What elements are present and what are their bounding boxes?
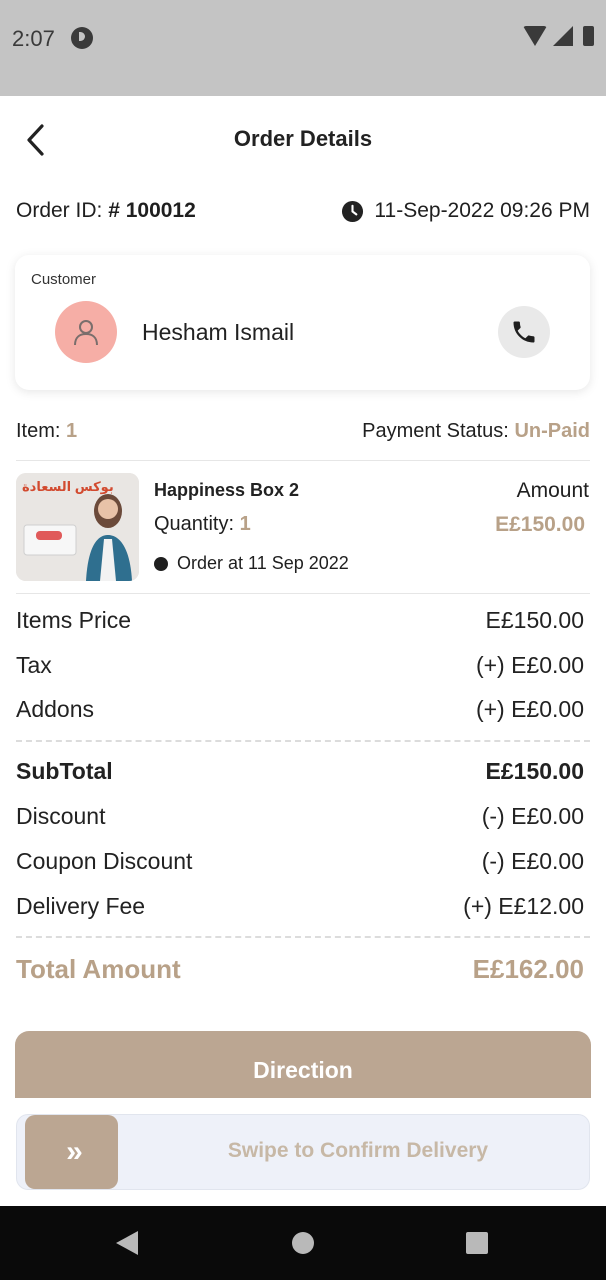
tax-row: Tax (+) E£0.00 [16,652,584,679]
order-id-value: # 100012 [108,199,196,222]
subtotal-label: SubTotal [16,758,113,784]
subtotal-value: E£150.00 [485,758,584,784]
order-datetime: 11-Sep-2022 09:26 PM [374,199,590,222]
user-icon [74,320,98,346]
addons-value: (+) E£0.00 [475,696,584,722]
page-title: Order Details [233,126,373,151]
subtotal-row: SubTotal E£150.00 [16,758,584,785]
discount-value: (-) E£0.00 [481,803,584,829]
coupon-discount-value: (-) E£0.00 [481,848,584,874]
payment-status: Payment Status: Un-Paid [362,420,590,443]
delivery-fee-value: (+) E£12.00 [463,893,584,919]
status-time: 2:07 [12,26,55,51]
double-chevron-right-icon: » [66,1135,83,1168]
payment-status-value: Un-Paid [514,420,590,442]
discount-label: Discount [16,803,106,829]
swipe-confirm-sheet: » Swipe to Confirm Delivery [0,1098,606,1206]
order-meta-row: Item: 1 Payment Status: Un-Paid [16,420,590,443]
amount-value: E£150.00 [495,513,585,536]
app-bar: Order Details [0,96,606,184]
signal-icon [553,26,573,46]
item-count: Item: 1 [16,420,77,443]
items-price-row: Items Price E£150.00 [16,607,584,634]
order-date: 11-Sep-2022 09:26 PM [341,199,590,223]
status-bar: 2:07 [0,0,606,96]
app-notification-icon [71,27,93,49]
status-icons [523,26,594,46]
swipe-label: Swipe to Confirm Delivery [227,1139,489,1162]
total-amount-label: Total Amount [16,954,181,984]
call-button[interactable] [498,306,550,358]
system-nav-bar [0,1206,606,1280]
swipe-handle[interactable]: » [25,1115,118,1189]
divider [16,593,590,594]
order-id-label: Order ID: [16,199,103,222]
avatar [55,301,117,363]
swipe-track[interactable]: » Swipe to Confirm Delivery [16,1114,590,1190]
addons-label: Addons [16,696,95,722]
nav-home-icon[interactable] [292,1232,314,1254]
dashed-divider [16,740,590,742]
phone-icon [513,321,535,343]
items-price-value: E£150.00 [485,607,584,633]
battery-icon [583,26,594,46]
quantity-label: Quantity: [154,513,235,535]
divider [16,460,590,461]
tax-value: (+) E£0.00 [475,652,584,678]
amount-label: Amount [516,479,589,502]
discount-row: Discount (-) E£0.00 [16,803,584,830]
product-name: Happiness Box 2 [154,480,300,500]
payment-status-label: Payment Status: [362,420,509,442]
customer-label: Customer [31,271,97,288]
dot-icon [154,556,168,571]
item-count-value: 1 [66,420,78,442]
order-id: Order ID: # 100012 [16,199,196,223]
delivery-fee-label: Delivery Fee [16,893,146,919]
order-at: Order at 11 Sep 2022 [154,553,349,574]
customer-name: Hesham Ismail [142,319,295,345]
item-count-label: Item: [16,420,61,442]
tax-label: Tax [16,652,52,678]
order-at-text: Order at 11 Sep 2022 [177,553,349,573]
total-amount-row: Total Amount E£162.00 [16,954,584,985]
product-image-caption: بوكس السعادة [22,479,114,494]
addons-row: Addons (+) E£0.00 [16,696,584,723]
nav-recents-icon[interactable] [466,1232,488,1254]
product-image: بوكس السعادة [16,473,139,581]
order-info-row: Order ID: # 100012 11-Sep-2022 09:26 PM [16,196,590,226]
delivery-fee-row: Delivery Fee (+) E£12.00 [16,893,584,920]
nav-back-icon[interactable] [116,1231,138,1255]
coupon-discount-label: Coupon Discount [16,848,193,874]
customer-card: Customer Hesham Ismail [15,255,590,390]
total-amount-value: E£162.00 [472,954,584,984]
coupon-discount-row: Coupon Discount (-) E£0.00 [16,848,584,875]
items-price-label: Items Price [16,607,132,633]
wifi-icon [523,26,547,46]
product-quantity: Quantity: 1 [154,513,251,536]
quantity-value: 1 [239,513,251,535]
dashed-divider [16,936,590,938]
clock-icon [342,200,364,222]
